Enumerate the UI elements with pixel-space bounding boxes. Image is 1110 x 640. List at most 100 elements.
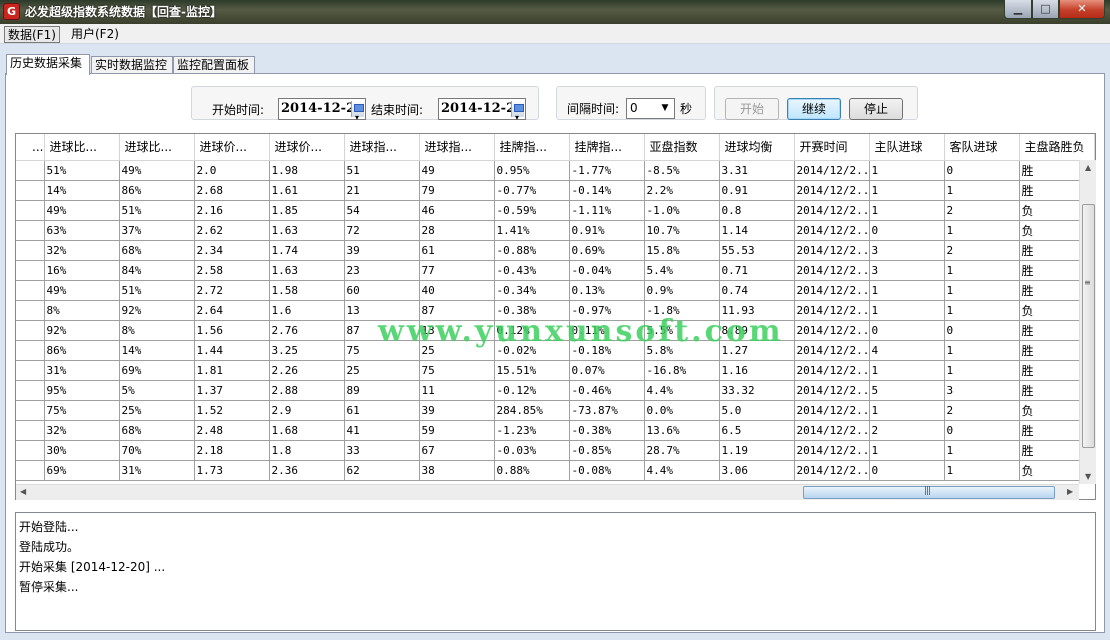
close-button[interactable]: ✕ [1059, 0, 1105, 19]
column-header[interactable]: 挂牌指... [494, 134, 570, 161]
table-cell: 2.9 [269, 400, 345, 421]
table-row[interactable]: 69% 31% 1.73 2.36 62 38 0.88% -0.08% 4.4% 3.06 201… [16, 460, 1095, 481]
table-cell: 79 [419, 180, 495, 201]
table-cell: -0.08% [569, 460, 645, 481]
table-cell: 5% [119, 380, 195, 401]
maximize-button[interactable]: □ [1032, 0, 1059, 19]
column-header[interactable]: 进球均衡 [719, 134, 795, 161]
table-row[interactable]: 49% 51% 2.72 1.58 60 40 -0.34% 0.13% 0.9% 0.74 201… [16, 280, 1095, 301]
table-cell: 1.16 [719, 360, 795, 381]
table-cell [16, 440, 45, 461]
table-cell: 0.11% [569, 320, 645, 341]
scroll-down-icon[interactable]: ▼ [1085, 472, 1091, 481]
table-cell: 14% [44, 180, 120, 201]
horizontal-scrollbar[interactable]: ◀ ||| ▶ [16, 484, 1079, 500]
table-cell: 4.4% [644, 380, 720, 401]
column-header[interactable]: 客队进球 [944, 134, 1020, 161]
log-output[interactable]: 开始登陆... 登陆成功。 开始采集 [2014-12-20] ... 暂停采集… [15, 512, 1096, 631]
table-cell: 2.18 [194, 440, 270, 461]
table-cell: 86% [44, 340, 120, 361]
column-header[interactable]: 进球指... [419, 134, 495, 161]
table-cell: 21 [344, 180, 420, 201]
table-cell: 2014/12/2... [794, 360, 870, 381]
table-row[interactable]: 31% 69% 1.81 2.26 25 75 15.51% 0.07% -16.8% 1.16 2… [16, 360, 1095, 381]
start-time-label: 开始时间: [212, 103, 265, 117]
table-row[interactable]: 32% 68% 2.48 1.68 41 59 -1.23% -0.38% 13.6% 6.5 20… [16, 420, 1095, 441]
tab-history-collection[interactable]: 历史数据采集 [6, 54, 90, 75]
table-cell: 3 [869, 260, 945, 281]
column-header[interactable]: 主队进球 [869, 134, 945, 161]
scroll-right-icon[interactable]: ▶ [1067, 487, 1073, 496]
table-cell: 54 [344, 200, 420, 221]
table-row[interactable]: 86% 14% 1.44 3.25 75 25 -0.02% -0.18% 5.8% 1.27 20… [16, 340, 1095, 361]
table-row[interactable]: 49% 51% 2.16 1.85 54 46 -0.59% -1.11% -1.0% 0.8 20… [16, 200, 1095, 221]
table-cell: 0 [869, 320, 945, 341]
start-date-picker[interactable]: 2014-12-20 [278, 98, 366, 127]
column-header[interactable]: ... [16, 134, 45, 161]
table-cell: 4.4% [644, 460, 720, 481]
table-cell: 33 [344, 440, 420, 461]
table-cell: 38 [419, 460, 495, 481]
menu-data[interactable]: 数据(F1) [4, 26, 60, 43]
table-cell: 1 [944, 260, 1020, 281]
table-cell: 87 [344, 320, 420, 341]
table-cell: 1.63 [269, 220, 345, 241]
table-cell: 28.7% [644, 440, 720, 461]
column-header[interactable]: 开赛时间 [794, 134, 870, 161]
start-button[interactable]: 开始 [725, 98, 779, 120]
column-header[interactable]: 进球比... [44, 134, 120, 161]
column-header[interactable]: 挂牌指... [569, 134, 645, 161]
column-header[interactable]: 亚盘指数 [644, 134, 720, 161]
table-row[interactable]: 32% 68% 2.34 1.74 39 61 -0.88% 0.69% 15.8% 55.53 2… [16, 240, 1095, 261]
table-cell: 1.19 [719, 440, 795, 461]
table-row[interactable]: 63% 37% 2.62 1.63 72 28 1.41% 0.91% 10.7% 1.14 201… [16, 220, 1095, 241]
table-cell: 1.6 [269, 300, 345, 321]
table-cell: 67 [419, 440, 495, 461]
menu-user[interactable]: 用户(F2) [68, 26, 122, 43]
table-cell: 49% [119, 160, 195, 181]
table-row[interactable]: 16% 84% 2.58 1.63 23 77 -0.43% -0.04% 5.4% 0.71 20… [16, 260, 1095, 281]
table-cell: 60 [344, 280, 420, 301]
end-date-picker[interactable]: 2014-12-22 [438, 98, 526, 127]
table-cell: 1.41% [494, 220, 570, 241]
column-header[interactable]: 进球价... [194, 134, 270, 161]
column-header[interactable]: 主盘路胜负 [1019, 134, 1095, 161]
table-row[interactable]: 51% 49% 2.0 1.98 51 49 0.95% -1.77% -8.5% 3.31 201… [16, 160, 1095, 181]
minimize-button[interactable]: ▁ [1004, 0, 1032, 19]
table-row[interactable]: 92% 8% 1.56 2.76 87 13 0.12% 0.11% 5.5% 8.89 2014/… [16, 320, 1095, 341]
calendar-icon[interactable] [351, 101, 364, 127]
table-cell: 28 [419, 220, 495, 241]
stop-button[interactable]: 停止 [849, 98, 903, 120]
table-cell: -0.14% [569, 180, 645, 201]
data-grid[interactable]: ... 进球比... 进球比... 进球价... 进球价... 进球指... 进球指... 挂… [15, 133, 1096, 500]
table-row[interactable]: 30% 70% 2.18 1.8 33 67 -0.03% -0.85% 28.7% 1.19 20… [16, 440, 1095, 461]
table-cell: 1.98 [269, 160, 345, 181]
maximize-icon: □ [1040, 2, 1051, 15]
interval-select[interactable]: 0 ▼ [626, 98, 675, 119]
scroll-up-icon[interactable]: ▲ [1085, 163, 1091, 172]
table-cell: -1.23% [494, 420, 570, 441]
tab-monitor-config[interactable]: 监控配置面板 [173, 56, 255, 74]
table-row[interactable]: 8% 92% 2.64 1.6 13 87 -0.38% -0.97% -1.8% 11.93 20… [16, 300, 1095, 321]
table-row[interactable]: 14% 86% 2.68 1.61 21 79 -0.77% -0.14% 2.2% 0.91 20… [16, 180, 1095, 201]
table-cell: 1 [869, 400, 945, 421]
tab-realtime-monitor[interactable]: 实时数据监控 [91, 56, 173, 74]
column-header[interactable]: 进球指... [344, 134, 420, 161]
table-cell: 2.58 [194, 260, 270, 281]
column-header[interactable]: 进球价... [269, 134, 345, 161]
table-cell: 92% [119, 300, 195, 321]
vertical-scroll-thumb[interactable] [1082, 204, 1095, 448]
table-row[interactable]: 75% 25% 1.52 2.9 61 39 284.85% -73.87% 0.0% 5.0 20… [16, 400, 1095, 421]
calendar-icon[interactable] [511, 101, 524, 127]
grid-table: ... 进球比... 进球比... 进球价... 进球价... 进球指... 进球指... 挂… [16, 134, 1095, 481]
table-cell: 1.73 [194, 460, 270, 481]
table-row[interactable]: 95% 5% 1.37 2.88 89 11 -0.12% -0.46% 4.4% 33.32 20… [16, 380, 1095, 401]
column-header[interactable]: 进球比... [119, 134, 195, 161]
scroll-left-icon[interactable]: ◀ [20, 487, 26, 496]
table-cell: 59 [419, 420, 495, 441]
continue-button[interactable]: 继续 [787, 98, 841, 120]
vertical-scrollbar[interactable]: ▲ ≡ ▼ [1079, 160, 1096, 484]
table-cell: 2014/12/2... [794, 240, 870, 261]
table-cell: 2.68 [194, 180, 270, 201]
horizontal-scroll-thumb[interactable]: ||| [803, 486, 1055, 499]
